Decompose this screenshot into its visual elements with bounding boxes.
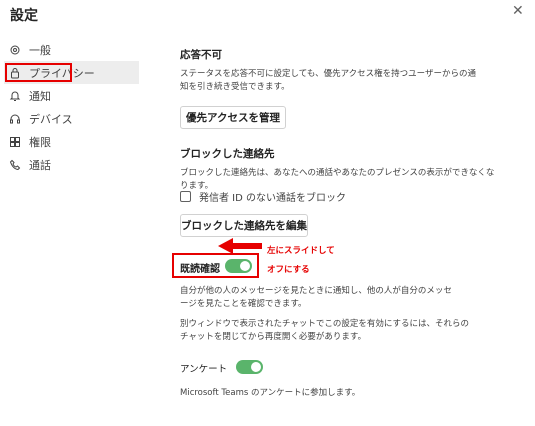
sidebar-item-notifications[interactable]: 通知 — [4, 84, 139, 107]
gear-icon — [8, 43, 22, 57]
headset-icon — [8, 112, 22, 126]
sidebar-item-label: 権限 — [29, 135, 51, 149]
annotation-line-2: オフにする — [267, 265, 310, 275]
block-no-caller-id-checkbox[interactable] — [180, 191, 191, 202]
highlight-box-privacy — [5, 63, 72, 82]
toggle-knob — [251, 362, 261, 372]
close-icon[interactable]: ✕ — [512, 3, 524, 19]
survey-toggle[interactable] — [236, 360, 263, 374]
settings-title: 設定 — [10, 8, 38, 24]
blocked-contacts-heading: ブロックした連絡先 — [180, 148, 275, 160]
phone-icon — [8, 158, 22, 172]
sidebar-item-label: 一般 — [29, 43, 51, 57]
survey-description: Microsoft Teams のアンケートに参加します。 — [180, 388, 361, 398]
block-no-caller-id-row[interactable]: 発信者 ID のない通話をブロック — [180, 189, 346, 204]
annotation-line-1: 左にスライドして — [267, 246, 335, 256]
grid-icon — [8, 135, 22, 149]
edit-blocked-contacts-button[interactable]: ブロックした連絡先を編集 — [180, 214, 308, 237]
sidebar-item-calls[interactable]: 通話 — [4, 153, 139, 176]
sidebar-item-general[interactable]: 一般 — [4, 38, 139, 61]
highlight-box-read-receipts — [172, 253, 259, 278]
bell-icon — [8, 89, 22, 103]
dnd-description: ステータスを応答不可に設定しても、優先アクセス権を持つユーザーからの通知を引き続… — [180, 69, 476, 92]
arrow-left-icon — [218, 238, 262, 254]
survey-label: アンケート — [180, 364, 228, 375]
manage-priority-access-button[interactable]: 優先アクセスを管理 — [180, 106, 286, 129]
block-no-caller-id-label: 発信者 ID のない通話をブロック — [199, 193, 347, 204]
dnd-heading: 応答不可 — [180, 49, 222, 61]
sidebar-item-devices[interactable]: デバイス — [4, 107, 139, 130]
sidebar-item-label: デバイス — [29, 112, 73, 126]
read-receipts-description: 自分が他の人のメッセージを見たときに通知し、他の人が自分のメッセージを見たことを… — [180, 286, 452, 309]
sidebar-item-label: 通知 — [29, 89, 51, 103]
settings-sidebar: 一般 プライバシー 通知 デバイス 権限 通話 — [4, 38, 139, 176]
read-receipts-note: 別ウィンドウで表示されたチャットでこの設定を有効にするには、それらのチャットを閉… — [180, 319, 470, 342]
sidebar-item-label: 通話 — [29, 158, 51, 172]
sidebar-item-permissions[interactable]: 権限 — [4, 130, 139, 153]
